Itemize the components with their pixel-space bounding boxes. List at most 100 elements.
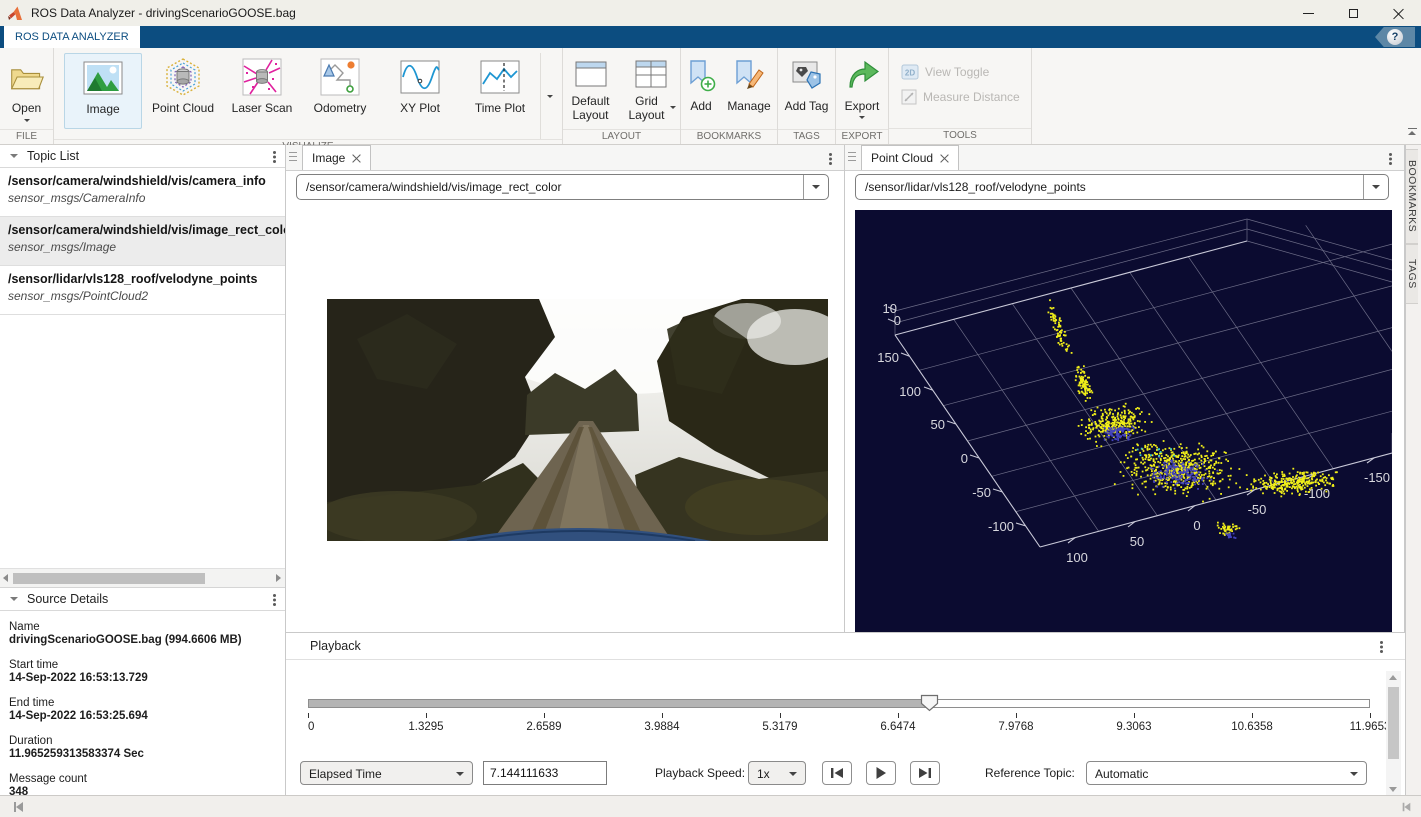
drag-handle-icon[interactable] [289,152,297,163]
grid-layout-icon [630,56,672,92]
visualize-laser-scan-button[interactable]: Laser Scan [224,53,300,129]
export-button[interactable]: Export [837,53,887,129]
pointcloud-3d-plot[interactable]: 10 0 150 100 50 0 -50 -100 100 50 0 -50 … [855,210,1392,632]
hscroll-thumb[interactable] [13,573,205,584]
slider-tick-label: 2.6589 [504,721,584,733]
topic-list-title: Topic List [27,149,79,163]
docked-panel-icon[interactable] [1403,803,1411,812]
image-panel-menu-icon[interactable] [829,153,832,156]
laser-scan-icon [241,56,283,98]
visualize-point-cloud-button[interactable]: Point Cloud [142,53,224,129]
tab-tags-vertical[interactable]: TAGS [1406,244,1418,304]
visualize-gallery-expand-button[interactable] [540,53,558,139]
step-forward-icon [918,767,932,779]
svg-text:2D: 2D [905,69,915,78]
camera-image-display[interactable] [327,299,828,541]
x-tick: 0 [1193,518,1200,533]
playback-slider-thumb[interactable] [920,694,939,712]
y-tick: 100 [899,384,921,399]
ribbon-tab-strip: ROS DATA ANALYZER ? [0,26,1421,48]
manage-bookmarks-icon [728,56,770,96]
time-plot-icon [479,56,521,98]
scroll-left-icon[interactable] [3,574,8,582]
visualize-time-plot-button[interactable]: Time Plot [460,53,540,129]
gallery-caret-icon [547,95,553,98]
manage-bookmarks-button[interactable]: Manage [722,53,776,129]
combo-dropdown-button[interactable] [803,175,828,199]
visualize-odometry-button[interactable]: Odometry [300,53,380,129]
tab-bookmarks-vertical[interactable]: BOOKMARKS [1406,149,1418,244]
grid-layout-caret [670,106,676,109]
grid-layout-button[interactable]: Grid Layout [622,53,680,129]
chevron-down-icon [456,772,464,776]
x-tick: 100 [1066,550,1088,565]
section-export: Export EXPORT [836,48,889,144]
x-tick: -100 [1304,486,1330,501]
step-back-button[interactable] [822,761,852,785]
odometry-icon [319,56,361,98]
minimize-button[interactable] [1286,0,1331,26]
playback-speed-combobox[interactable]: 1x [748,761,806,785]
scroll-right-icon[interactable] [276,574,281,582]
section-tools: 2D View Toggle Measure Distance TOOLS [889,48,1032,144]
elapsed-time-input[interactable] [483,761,607,785]
close-icon [1393,8,1404,19]
section-bookmarks: Add Manage BOOKMARKS [681,48,778,144]
visualize-xy-plot-button[interactable]: XY Plot [380,53,460,129]
topic-list-hscrollbar[interactable] [0,568,285,588]
point-cloud-icon [162,56,204,98]
pointcloud-tabbar: Point Cloud [845,145,1404,171]
collapse-triangle-icon[interactable] [10,154,18,158]
section-layout: Default Layout Grid Layout [563,48,681,144]
image-topic-combobox[interactable]: /sensor/camera/windshield/vis/image_rect… [296,174,829,200]
playback-controls: Elapsed Time Playback Speed: 1x [286,761,1405,785]
open-button[interactable]: Open [4,53,50,129]
drag-handle-icon[interactable] [848,152,856,163]
toolstrip: Open FILE [0,48,1421,145]
add-tag-button[interactable]: Add Tag [780,53,834,129]
topic-row-velodyne-points[interactable]: /sensor/lidar/vls128_roof/velodyne_point… [0,266,285,315]
help-button[interactable]: ? [1375,27,1415,47]
close-button[interactable] [1376,0,1421,26]
measure-distance-button: Measure Distance [901,86,1031,108]
source-details-menu-icon[interactable] [273,594,276,597]
x-tick: 50 [1130,534,1144,549]
tab-image[interactable]: Image [302,145,371,170]
topic-list-menu-icon[interactable] [273,151,276,154]
visualize-image-button[interactable]: Image [64,53,142,129]
pointcloud-panel-menu-icon[interactable] [1389,153,1392,156]
step-forward-button[interactable] [910,761,940,785]
scroll-down-icon[interactable] [1389,787,1397,792]
play-button[interactable] [866,761,896,785]
tab-point-cloud[interactable]: Point Cloud [861,145,959,170]
topic-row-image-rect-color[interactable]: /sensor/camera/windshield/vis/image_rect… [0,217,285,266]
docked-panel-icon[interactable] [14,802,23,812]
chevron-up-icon [1408,131,1416,135]
tab-ros-data-analyzer[interactable]: ROS DATA ANALYZER [4,26,140,48]
right-dock-strip: BOOKMARKS TAGS [1405,145,1421,795]
scroll-up-icon[interactable] [1389,675,1397,680]
add-bookmark-button[interactable]: Add [682,53,720,129]
maximize-button[interactable] [1331,0,1376,26]
playback-menu-icon[interactable] [1380,641,1383,644]
close-tab-icon[interactable] [352,154,361,163]
topic-row-camera-info[interactable]: /sensor/camera/windshield/vis/camera_inf… [0,168,285,217]
chevron-down-icon [812,185,820,189]
topic-list-header: Topic List [0,145,285,168]
close-tab-icon[interactable] [940,154,949,163]
z-tick: 0 [894,313,901,328]
pointcloud-viewer-panel: Point Cloud /sensor/lidar/vls128_roof/ve… [845,145,1405,632]
section-visualize: Image Point Cloud [54,48,563,144]
image-viewer-panel: Image /sensor/camera/windshield/vis/imag… [286,145,845,632]
vscroll-thumb[interactable] [1388,687,1399,759]
collapse-ribbon-button[interactable] [1406,127,1418,139]
default-layout-button[interactable]: Default Layout [563,53,618,129]
combo-dropdown-button[interactable] [1363,175,1388,199]
playback-vscrollbar[interactable] [1386,671,1401,796]
pointcloud-topic-combobox[interactable]: /sensor/lidar/vls128_roof/velodyne_point… [855,174,1389,200]
collapse-triangle-icon[interactable] [10,597,18,601]
time-mode-combobox[interactable]: Elapsed Time [300,761,473,785]
playback-slider-track[interactable] [308,699,1370,708]
reference-topic-combobox[interactable]: Automatic [1086,761,1367,785]
chevron-down-icon [1372,185,1380,189]
